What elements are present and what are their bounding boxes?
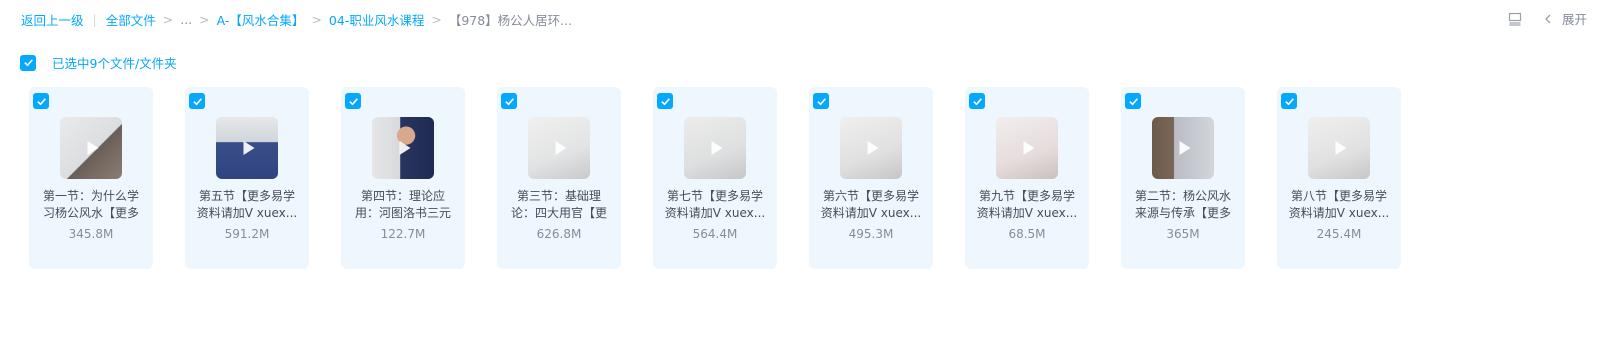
file-checkbox[interactable]	[501, 93, 517, 109]
play-icon	[867, 141, 879, 155]
file-size: 495.3M	[848, 227, 894, 241]
file-checkbox[interactable]	[1125, 93, 1141, 109]
video-thumbnail[interactable]	[996, 117, 1058, 179]
crumb-separator: >	[162, 12, 174, 27]
file-card[interactable]: 第二节：杨公风水来源与传承【更多 365M	[1121, 87, 1245, 269]
file-checkbox[interactable]	[189, 93, 205, 109]
file-size: 591.2M	[224, 227, 270, 241]
file-size: 345.8M	[68, 227, 114, 241]
chevron-left-icon[interactable]	[1542, 12, 1554, 26]
play-icon	[1023, 141, 1035, 155]
video-thumbnail[interactable]	[684, 117, 746, 179]
file-name[interactable]: 第九节【更多易学资料请加V xuex...	[975, 188, 1079, 222]
file-size: 245.4M	[1316, 227, 1362, 241]
play-icon	[1179, 141, 1191, 155]
file-checkbox[interactable]	[1281, 93, 1297, 109]
file-checkbox[interactable]	[33, 93, 49, 109]
list-view-icon[interactable]	[1508, 12, 1522, 26]
video-thumbnail[interactable]	[1308, 117, 1370, 179]
expand-button[interactable]: 展开	[1562, 9, 1587, 28]
file-card[interactable]: 第三节：基础理论：四大用官【更 626.8M	[497, 87, 621, 269]
check-icon	[348, 97, 358, 105]
check-icon	[660, 97, 670, 105]
file-name[interactable]: 第一节：为什么学习杨公风水【更多	[39, 188, 143, 222]
crumb-current: 【978】杨公人居环...	[448, 13, 573, 28]
file-size: 68.5M	[1008, 227, 1046, 241]
breadcrumb-divider: |	[92, 12, 97, 27]
crumb-separator: >	[199, 12, 210, 27]
file-card[interactable]: 第七节【更多易学资料请加V xuex... 564.4M	[653, 87, 777, 269]
crumb-all-files[interactable]: 全部文件	[106, 10, 156, 29]
play-icon	[711, 141, 723, 155]
play-icon	[87, 141, 99, 155]
crumb-folder-course[interactable]: 04-职业风水课程	[329, 10, 424, 29]
play-icon	[555, 141, 567, 155]
check-icon	[23, 59, 33, 67]
file-size: 122.7M	[380, 227, 426, 241]
file-name[interactable]: 第三节：基础理论：四大用官【更	[507, 188, 611, 222]
crumb-folder-fengshui[interactable]: A-【风水合集】	[217, 10, 305, 29]
check-icon	[504, 97, 514, 105]
play-icon	[399, 141, 411, 155]
file-grid: 第一节：为什么学习杨公风水【更多 345.8M 第五节【更多易学资料请加V xuex…	[29, 87, 1433, 269]
view-tools: 展开	[1508, 9, 1587, 28]
video-thumbnail[interactable]	[216, 117, 278, 179]
file-size: 564.4M	[692, 227, 738, 241]
file-name[interactable]: 第四节：理论应用：河图洛书三元	[351, 188, 455, 222]
selection-count: 已选中9个文件/文件夹	[52, 56, 177, 71]
check-icon	[1284, 97, 1294, 105]
file-card[interactable]: 第一节：为什么学习杨公风水【更多 345.8M	[29, 87, 153, 269]
breadcrumb: 返回上一级 | 全部文件 > ... > A-【风水合集】 > 04-职业风水课…	[21, 10, 572, 29]
video-thumbnail[interactable]	[1152, 117, 1214, 179]
file-size: 365M	[1166, 227, 1200, 241]
video-thumbnail[interactable]	[372, 117, 434, 179]
file-card[interactable]: 第九节【更多易学资料请加V xuex... 68.5M	[965, 87, 1089, 269]
file-card[interactable]: 第八节【更多易学资料请加V xuex... 245.4M	[1277, 87, 1401, 269]
file-card[interactable]: 第六节【更多易学资料请加V xuex... 495.3M	[809, 87, 933, 269]
breadcrumb-bar: 返回上一级 | 全部文件 > ... > A-【风水合集】 > 04-职业风水课…	[0, 0, 1607, 38]
play-icon	[1335, 141, 1347, 155]
select-all-checkbox[interactable]	[20, 54, 36, 71]
check-icon	[36, 97, 46, 105]
check-icon	[816, 97, 826, 105]
crumb-ellipsis[interactable]: ...	[180, 12, 192, 27]
file-name[interactable]: 第六节【更多易学资料请加V xuex...	[819, 188, 923, 222]
file-name[interactable]: 第五节【更多易学资料请加V xuex...	[195, 188, 299, 222]
crumb-separator: >	[311, 12, 322, 27]
file-card[interactable]: 第四节：理论应用：河图洛书三元 122.7M	[341, 87, 465, 269]
play-icon	[243, 141, 255, 155]
file-name[interactable]: 第二节：杨公风水来源与传承【更多	[1131, 188, 1235, 222]
video-thumbnail[interactable]	[60, 117, 122, 179]
file-card[interactable]: 第五节【更多易学资料请加V xuex... 591.2M	[185, 87, 309, 269]
video-thumbnail[interactable]	[528, 117, 590, 179]
crumb-separator: >	[431, 12, 442, 27]
video-thumbnail[interactable]	[840, 117, 902, 179]
file-checkbox[interactable]	[345, 93, 361, 109]
check-icon	[972, 97, 982, 105]
check-icon	[1128, 97, 1138, 105]
file-checkbox[interactable]	[813, 93, 829, 109]
file-checkbox[interactable]	[969, 93, 985, 109]
file-checkbox[interactable]	[657, 93, 673, 109]
back-link[interactable]: 返回上一级	[21, 10, 84, 29]
check-icon	[192, 97, 202, 105]
file-name[interactable]: 第七节【更多易学资料请加V xuex...	[663, 188, 767, 222]
file-size: 626.8M	[536, 227, 582, 241]
selection-bar: 已选中9个文件/文件夹	[20, 53, 177, 72]
file-name[interactable]: 第八节【更多易学资料请加V xuex...	[1287, 188, 1391, 222]
